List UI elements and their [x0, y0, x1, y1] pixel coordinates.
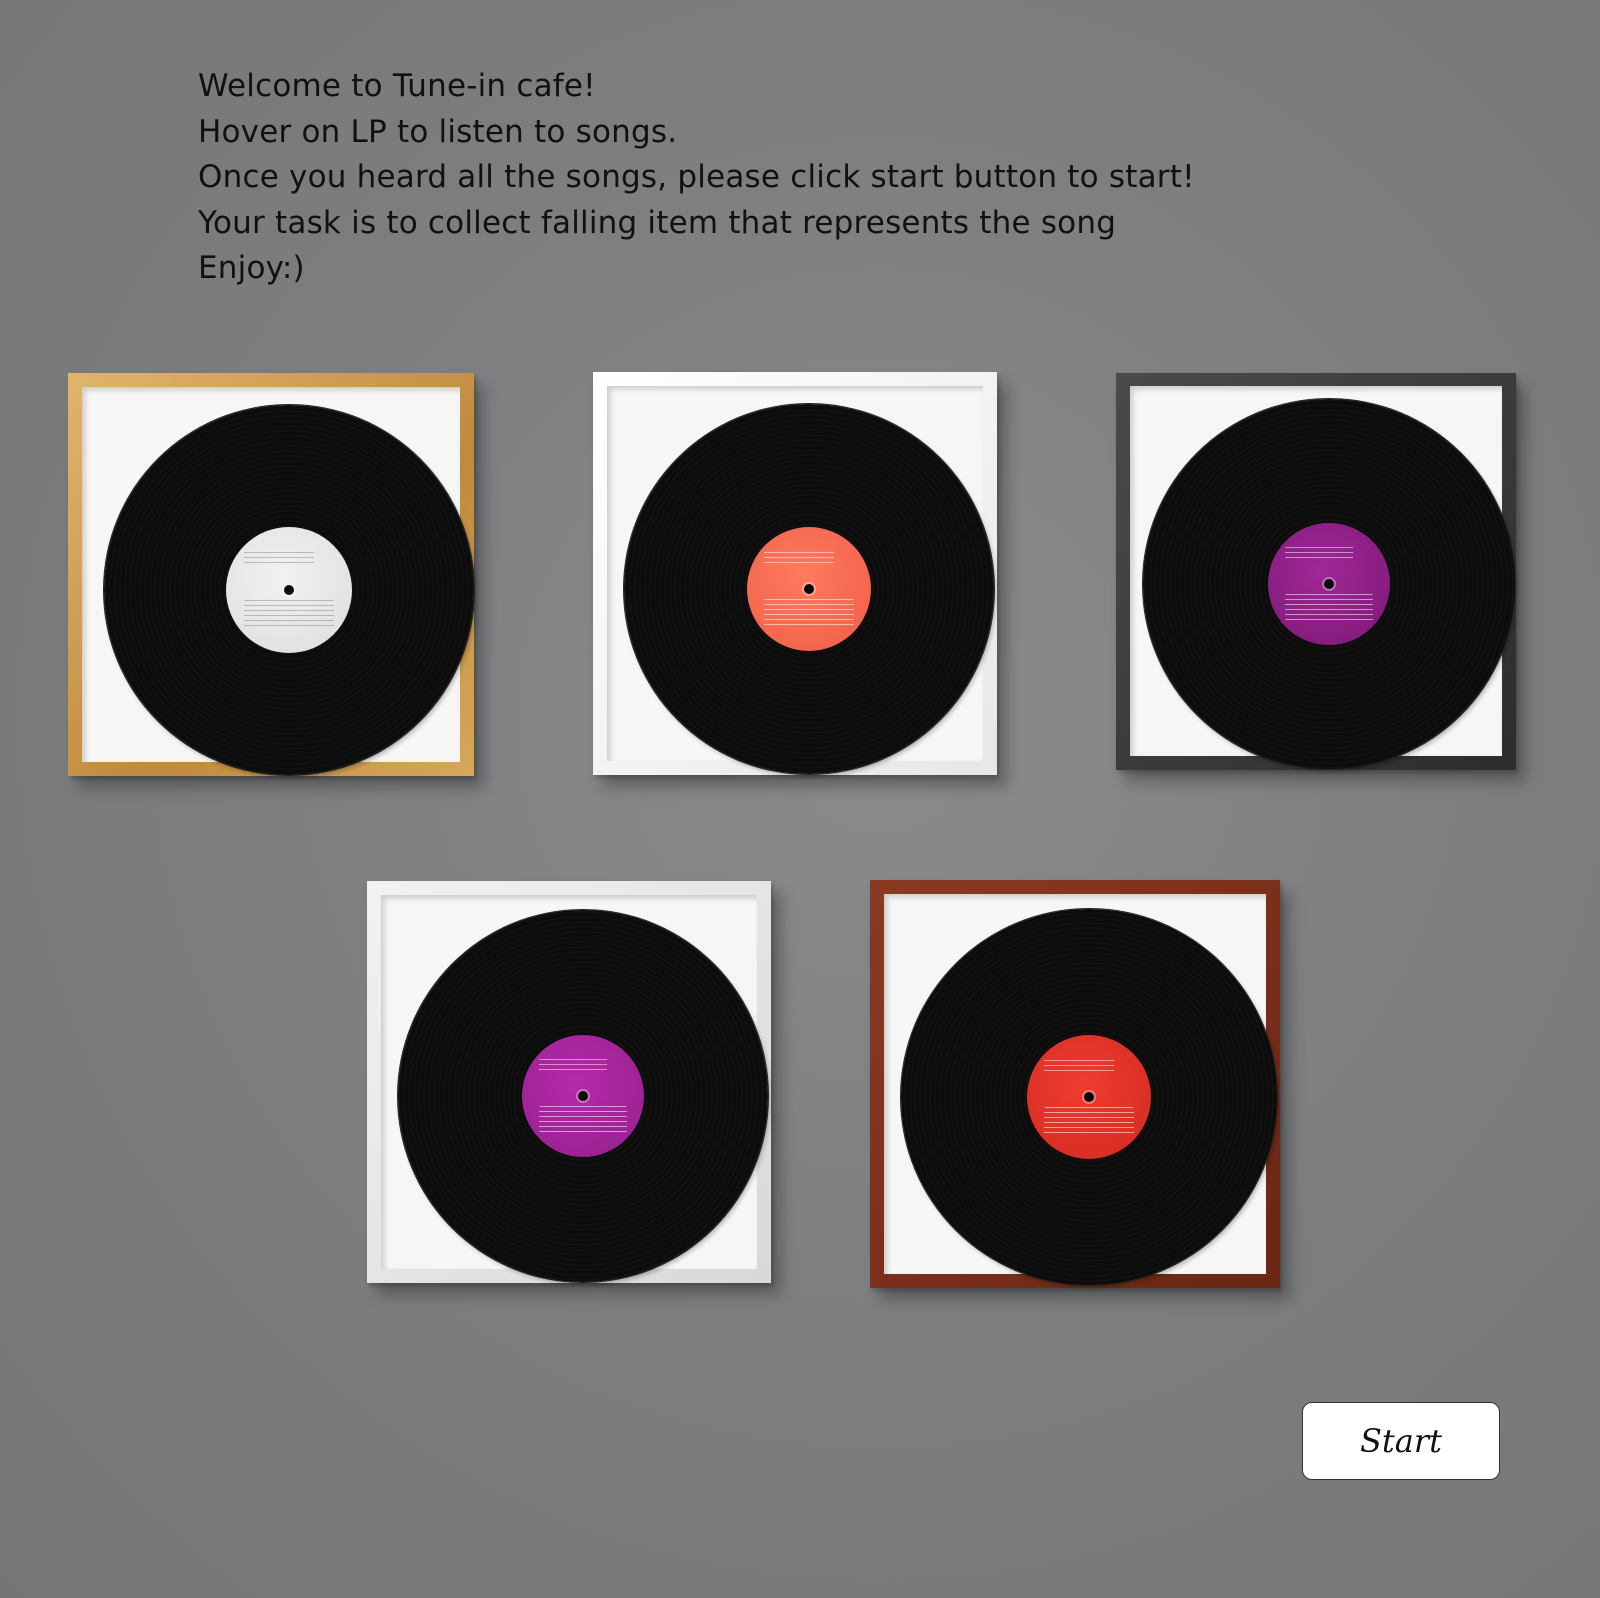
lp-frame-3[interactable]	[1116, 373, 1516, 770]
spindle-hole	[1084, 1092, 1094, 1102]
lp-record-3[interactable]	[1143, 399, 1515, 769]
instruction-line-task: Your task is to collect falling item tha…	[198, 204, 1117, 241]
instructions-text: Welcome to Tune-in cafe! Hover on LP to …	[198, 64, 1195, 292]
lp-record-5[interactable]	[901, 909, 1277, 1285]
lp-frame-2[interactable]	[593, 372, 997, 775]
spindle-hole	[578, 1091, 588, 1101]
lp-frame-4[interactable]	[367, 881, 771, 1283]
instruction-line-enjoy: Enjoy:)	[198, 250, 305, 286]
lp-record-1[interactable]	[104, 405, 474, 775]
lp-record-2[interactable]	[624, 404, 994, 774]
instruction-line-hover: Hover on LP to listen to songs.	[198, 113, 678, 150]
lp-frame-5[interactable]	[870, 880, 1280, 1288]
instruction-line-start: Once you heard all the songs, please cli…	[198, 159, 1195, 195]
frame-mat	[82, 387, 474, 775]
frame-mat	[607, 386, 994, 774]
frame-mat	[1130, 386, 1515, 769]
spindle-hole	[284, 585, 294, 595]
frame-mat	[884, 894, 1277, 1285]
start-button[interactable]: Start	[1302, 1402, 1500, 1480]
lp-record-4[interactable]	[398, 910, 768, 1282]
instruction-line-welcome: Welcome to Tune-in cafe!	[198, 68, 596, 104]
lp-frame-1[interactable]	[68, 373, 474, 776]
frame-mat	[381, 895, 768, 1282]
spindle-hole	[1324, 579, 1334, 589]
spindle-hole	[804, 584, 814, 594]
